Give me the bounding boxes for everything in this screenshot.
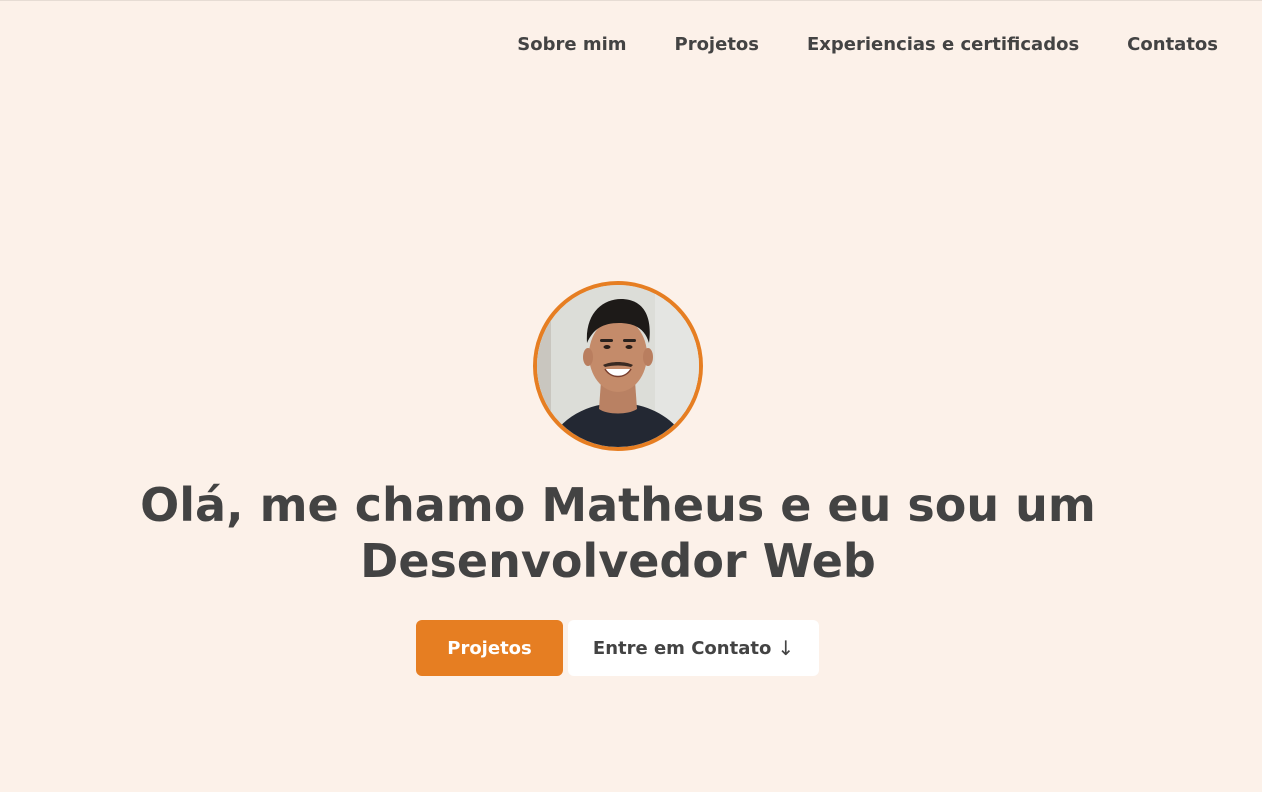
hero-headline-line1: Olá, me chamo Matheus e eu sou um	[140, 478, 1096, 532]
arrow-down-icon: ↓	[777, 636, 795, 660]
projects-button-label: Projetos	[447, 637, 532, 659]
hero-headline: Olá, me chamo Matheus e eu sou um Desenv…	[0, 477, 1262, 589]
nav-item-projetos[interactable]: Projetos	[675, 34, 760, 55]
avatar	[533, 281, 703, 451]
contact-button[interactable]: Entre em Contato ↓	[568, 620, 819, 676]
top-nav: Sobre mim Projetos Experiencias e certif…	[517, 34, 1218, 55]
avatar-photo	[537, 285, 699, 447]
projects-button[interactable]: Projetos	[416, 620, 563, 676]
contact-button-label: Entre em Contato	[592, 637, 772, 659]
nav-item-sobre-mim[interactable]: Sobre mim	[517, 34, 626, 55]
portfolio-page: Sobre mim Projetos Experiencias e certif…	[0, 0, 1262, 792]
nav-item-experiencias[interactable]: Experiencias e certificados	[807, 34, 1079, 55]
nav-item-contatos[interactable]: Contatos	[1127, 34, 1218, 55]
hero-headline-line2: Desenvolvedor Web	[360, 534, 876, 588]
